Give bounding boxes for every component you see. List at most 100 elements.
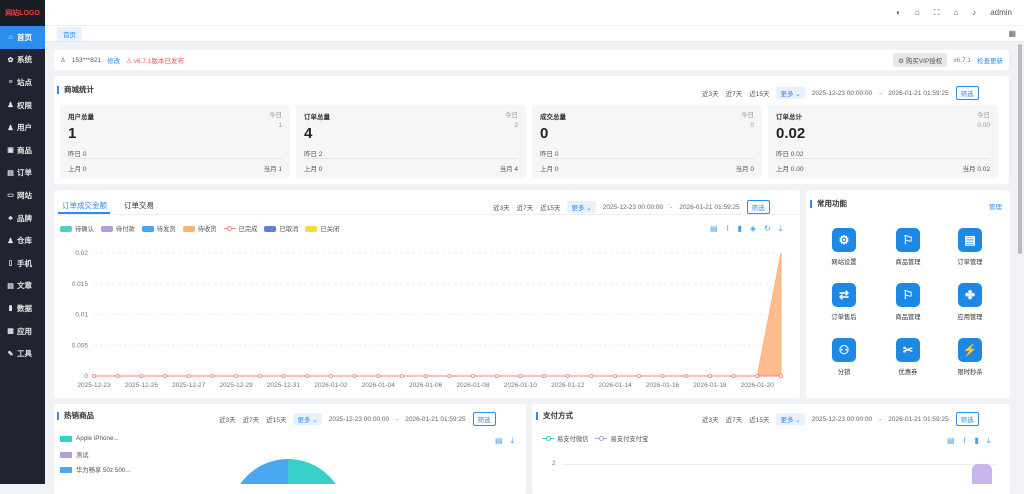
filter-15d[interactable]: 近15天	[749, 88, 769, 98]
filter-3d[interactable]: 近3天	[219, 414, 236, 424]
filter-more[interactable]: 更多 ⌄	[776, 413, 805, 425]
sidebar-item[interactable]: ♟ 用户	[0, 116, 45, 139]
stat-card: 订单总量 今日 2 4 昨日 2 上月 0 当月 4	[296, 105, 526, 178]
tab-home[interactable]: 首页	[57, 26, 82, 41]
sidebar-item[interactable]: ✿ 系统	[0, 49, 45, 72]
filter-7d[interactable]: 近7天	[243, 414, 260, 424]
date-start[interactable]: 2025-12-23 00:00:00	[812, 416, 872, 423]
filter-more[interactable]: 更多 ⌄	[293, 413, 322, 425]
date-end[interactable]: 2026-01-21 01:59:25	[405, 416, 465, 423]
legend-item[interactable]: 待收货	[182, 224, 217, 233]
site-settings-icon: ⚙	[832, 228, 856, 252]
edit-link[interactable]: 修改	[107, 55, 120, 65]
date-end[interactable]: 2026-01-21 01:59:25	[888, 416, 948, 423]
filter-3d[interactable]: 近3天	[702, 88, 719, 98]
quick-function[interactable]: ⇄ 订单售后	[822, 283, 866, 321]
legend-item[interactable]: 华为畅享 50z 500...	[60, 465, 131, 474]
legend-item[interactable]: Apple iPhone...	[60, 435, 119, 442]
legend-item[interactable]: 待确认	[60, 224, 94, 233]
legend-item[interactable]: 已完成	[223, 224, 257, 233]
sidebar-item[interactable]: ▦ 应用	[0, 320, 45, 343]
check-update-link[interactable]: 检查更新	[977, 55, 1003, 65]
sidebar-item[interactable]: ♟ 仓库	[0, 229, 45, 252]
warehouse-icon: ♟	[7, 237, 14, 245]
data-view-icon[interactable]: ▤	[710, 224, 718, 234]
filter-more[interactable]: 更多 ⌄	[776, 87, 805, 99]
data-view-icon[interactable]: ▤	[495, 436, 503, 446]
stat-this-month: 当月 1	[263, 166, 282, 173]
y-tick-label: 0.005	[72, 342, 89, 349]
quick-function[interactable]: ⚙ 网站设置	[822, 228, 866, 266]
quick-function[interactable]: ⚡ 限时秒杀	[948, 338, 992, 376]
date-start[interactable]: 2025-12-23 00:00:00	[329, 416, 389, 423]
sidebar-item[interactable]: ▮ 数据	[0, 297, 45, 320]
manage-link[interactable]: 管理	[989, 201, 1002, 211]
fullscreen-icon[interactable]: ⛶	[934, 8, 940, 18]
quick-function[interactable]: ⚇ 分销	[822, 338, 866, 376]
bell-icon[interactable]: ♪	[972, 8, 976, 17]
stat-this-month: 当月 4	[499, 166, 518, 173]
date-start[interactable]: 2025-12-23 00:00:00	[603, 204, 663, 211]
filter-15d[interactable]: 近15天	[540, 202, 560, 212]
tab-order-amount[interactable]: 订单成交金额	[62, 200, 107, 211]
filter-3d[interactable]: 近3天	[493, 202, 510, 212]
line-switch-icon[interactable]: ⌇	[963, 436, 967, 446]
sidebar-item[interactable]: ▣ 商品	[0, 139, 45, 162]
buy-vip-button[interactable]: ⚙ 购买VIP授权	[893, 53, 948, 67]
release-notice[interactable]: ⚠ v6.7.1版本已发布	[126, 55, 184, 65]
legend-item[interactable]: 待发货	[141, 224, 176, 233]
download-icon[interactable]: ⤓	[987, 436, 991, 446]
quick-function[interactable]: ▤ 订单管理	[948, 228, 992, 266]
legend-item[interactable]: 易支付支付宝	[595, 434, 648, 443]
tab-order-trade[interactable]: 订单交易	[124, 200, 154, 211]
filter-7d[interactable]: 近7天	[517, 202, 534, 212]
skin-icon[interactable]: ◐	[896, 8, 901, 17]
filter-15d[interactable]: 近15天	[749, 414, 769, 424]
filter-3d[interactable]: 近3天	[702, 414, 719, 424]
sidebar-item[interactable]: ♟ 权限	[0, 94, 45, 117]
data-view-icon[interactable]: ▤	[947, 436, 955, 446]
legend-item[interactable]: 已关闭	[305, 224, 339, 233]
sidebar-item[interactable]: ▤ 文章	[0, 275, 45, 298]
clean-icon[interactable]: ⌂	[915, 8, 920, 17]
hot-goods-filters: 近3天 近7天 近15天 更多 ⌄ 2025-12-23 00:00:00-2026-0…	[219, 412, 496, 426]
line-switch-icon[interactable]: ⌇	[726, 224, 730, 234]
page-scrollbar[interactable]	[1018, 44, 1022, 254]
sidebar-item[interactable]: ♣ 品牌	[0, 207, 45, 230]
filter-button[interactable]: 筛选	[472, 412, 496, 426]
stack-icon[interactable]: ◈	[750, 224, 756, 234]
bar-switch-icon[interactable]: ▮	[737, 224, 741, 234]
grid-icon[interactable]: ▦	[1008, 29, 1016, 38]
date-start[interactable]: 2025-12-23 00:00:00	[812, 90, 872, 97]
sidebar-item[interactable]: ▤ 订单	[0, 162, 45, 185]
quick-function[interactable]: ⚐ 商品管理	[886, 283, 930, 321]
filter-7d[interactable]: 近7天	[726, 88, 743, 98]
date-end[interactable]: 2026-01-21 01:59:25	[888, 90, 948, 97]
filter-7d[interactable]: 近7天	[726, 414, 743, 424]
sidebar-item[interactable]: ▯ 手机	[0, 252, 45, 275]
sidebar-item[interactable]: ✎ 工具	[0, 342, 45, 365]
bar-switch-icon[interactable]: ▮	[974, 436, 978, 446]
payment-gridline	[562, 464, 997, 465]
date-end[interactable]: 2026-01-21 01:59:25	[679, 204, 739, 211]
sidebar-item[interactable]: ≡ 站点	[0, 71, 45, 94]
legend-item[interactable]: 已取消	[264, 224, 298, 233]
filter-button[interactable]: 筛选	[746, 200, 770, 214]
quick-function[interactable]: ✤ 应用管理	[948, 283, 992, 321]
home-icon[interactable]: ⌂	[953, 8, 958, 17]
download-icon[interactable]: ⤓	[511, 436, 515, 446]
user-menu[interactable]: admin	[990, 8, 1012, 17]
sidebar-item[interactable]: ▭ 网站	[0, 184, 45, 207]
legend-item[interactable]: 待付款	[100, 224, 135, 233]
legend-item[interactable]: 测试	[60, 450, 89, 459]
quick-function[interactable]: ✂ 优惠券	[886, 338, 930, 376]
filter-button[interactable]: 筛选	[955, 412, 979, 426]
filter-more[interactable]: 更多 ⌄	[567, 201, 596, 213]
filter-15d[interactable]: 近15天	[266, 414, 286, 424]
legend-item[interactable]: 易支付微信	[542, 434, 588, 443]
download-icon[interactable]: ⤓	[779, 224, 783, 234]
filter-button[interactable]: 筛选	[955, 86, 979, 100]
restore-icon[interactable]: ↻	[764, 224, 771, 234]
sidebar-item[interactable]: ⌂ 首页	[0, 26, 45, 49]
quick-function[interactable]: ⚐ 商品管理	[886, 228, 930, 266]
